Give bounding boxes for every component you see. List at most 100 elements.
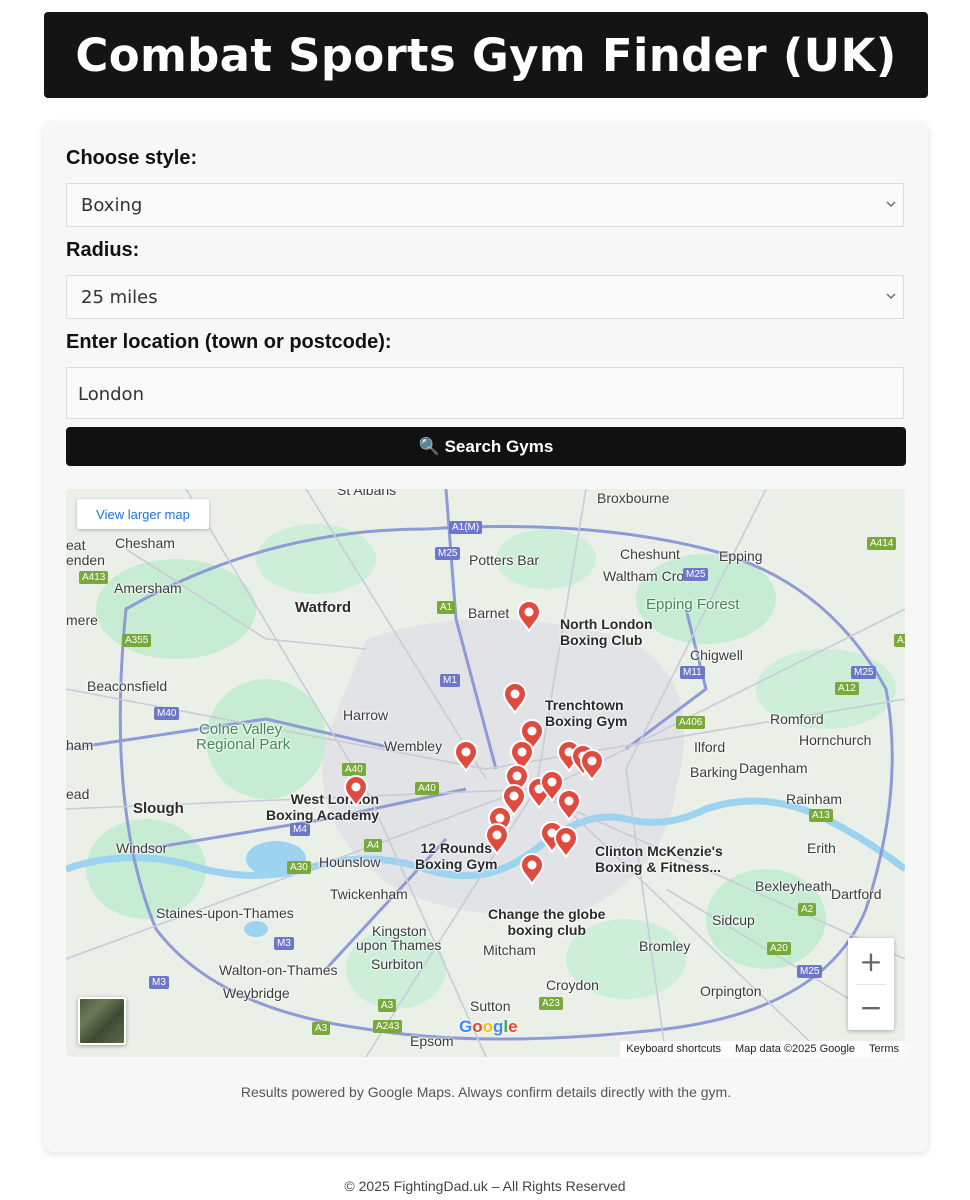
radius-select[interactable]: 25 miles: [66, 275, 904, 319]
place-label: Beaconsfield: [87, 678, 168, 694]
place-label: Walton-on-Thames: [219, 962, 338, 978]
zoom-out-button[interactable]: −: [848, 984, 894, 1030]
road-shield: A13: [809, 809, 833, 822]
place-label: eat: [66, 537, 86, 553]
location-field[interactable]: [66, 367, 904, 419]
map-pin-icon[interactable]: [556, 789, 582, 823]
style-select-value: Boxing: [81, 195, 143, 216]
place-label: Surbiton: [371, 956, 424, 972]
road-shield: A20: [767, 942, 791, 955]
place-label: mere: [66, 612, 98, 628]
google-logo: Google: [459, 1017, 518, 1037]
road-shield: M4: [290, 823, 310, 836]
place-label: Epsom: [410, 1033, 454, 1049]
zoom-in-button[interactable]: +: [848, 938, 894, 984]
road-shield: A1(M): [449, 521, 483, 534]
gym-label-trenchtown: Trenchtown Boxing Gym: [545, 697, 628, 729]
place-label: Epping: [719, 548, 763, 564]
search-card: Choose style: Boxing Radius: 25 miles En…: [44, 122, 928, 1152]
road-shield: A413: [79, 571, 109, 584]
place-label: Chigwell: [690, 647, 743, 663]
road-shield: A12: [835, 682, 859, 695]
place-label: Staines-upon-Thames: [156, 905, 294, 921]
chevron-down-icon: [886, 293, 896, 299]
view-larger-map-link[interactable]: View larger map: [77, 499, 209, 529]
place-label: enden: [66, 552, 105, 568]
terms-link[interactable]: Terms: [869, 1041, 899, 1057]
road-shield: M3: [274, 937, 294, 950]
place-label: Slough: [133, 800, 184, 817]
gym-map[interactable]: View larger map St Albans Broxbourne eat…: [66, 489, 905, 1057]
map-pin-icon[interactable]: [516, 600, 542, 634]
google-logo-letter: o: [482, 1017, 494, 1036]
place-label: Potters Bar: [469, 552, 540, 568]
place-label: Epping Forest: [646, 596, 740, 613]
map-pin-icon[interactable]: [553, 826, 579, 860]
place-label: Regional Park: [196, 736, 291, 753]
map-pin-icon[interactable]: [343, 775, 369, 809]
place-label: Weybridge: [223, 985, 290, 1001]
map-pin-icon[interactable]: [579, 749, 605, 783]
road-shield: M25: [683, 568, 709, 581]
google-logo-letter: g: [493, 1017, 504, 1036]
style-select[interactable]: Boxing: [66, 183, 904, 227]
road-shield: A4: [364, 839, 383, 852]
place-label: Amersham: [114, 580, 182, 596]
place-label: Windsor: [116, 840, 168, 856]
place-label: St Albans: [337, 489, 397, 498]
keyboard-shortcuts-link[interactable]: Keyboard shortcuts: [626, 1041, 721, 1057]
place-label: Croydon: [546, 977, 599, 993]
road-shield: A1: [437, 601, 456, 614]
place-label: Barnet: [468, 605, 510, 621]
road-shield: A243: [373, 1020, 403, 1033]
gym-label-north-london: North London Boxing Club: [560, 616, 653, 648]
place-label: Dagenham: [739, 760, 808, 776]
road-shield: A40: [415, 782, 439, 795]
place-label: upon Thames: [356, 937, 442, 953]
road-shield: A355: [122, 634, 152, 647]
place-label: Rainham: [786, 791, 843, 807]
road-shield: M25: [797, 965, 823, 978]
place-label: Sidcup: [712, 912, 755, 928]
search-gyms-button[interactable]: 🔍 Search Gyms: [66, 427, 906, 466]
place-label: Romford: [770, 711, 824, 727]
page-title: Combat Sports Gym Finder (UK): [75, 28, 897, 82]
radius-label: Radius:: [66, 239, 140, 261]
map-pin-icon[interactable]: [484, 823, 510, 857]
gym-label-clinton-mckenzie: Clinton McKenzie's Boxing & Fitness...: [595, 843, 723, 875]
place-label: Wembley: [384, 738, 443, 754]
place-label: Bexleyheath: [755, 878, 833, 894]
gym-label-change-the-globe: Change the globe boxing club: [488, 906, 606, 938]
place-label: ham: [66, 737, 94, 753]
map-data-text: Map data ©2025 Google: [735, 1043, 856, 1055]
road-shield: M11: [680, 666, 705, 679]
map-pin-icon[interactable]: [502, 682, 528, 716]
road-shield: M25: [851, 666, 877, 679]
results-note: Results powered by Google Maps. Always c…: [240, 1084, 732, 1100]
map-pin-icon[interactable]: [453, 740, 479, 774]
place-label: Sutton: [470, 998, 511, 1014]
page-header: Combat Sports Gym Finder (UK): [44, 12, 928, 98]
place-label: ead: [66, 786, 90, 802]
location-input[interactable]: [76, 380, 880, 408]
google-logo-letter: e: [508, 1017, 518, 1036]
style-label: Choose style:: [66, 147, 198, 169]
road-shield: A3: [312, 1022, 331, 1035]
road-shield: M3: [149, 976, 169, 989]
location-label: Enter location (town or postcode):: [66, 331, 392, 353]
map-pin-icon[interactable]: [519, 853, 545, 887]
place-label: Bromley: [639, 938, 691, 954]
place-label: Twickenham: [330, 886, 408, 902]
satellite-toggle[interactable]: [78, 997, 126, 1045]
place-label: Broxbourne: [597, 490, 670, 506]
page-footer: © 2025 FightingDad.uk – All Rights Reser…: [344, 1178, 626, 1194]
radius-select-value: 25 miles: [81, 287, 158, 308]
road-shield: A23: [539, 997, 563, 1010]
road-shield: A1: [894, 634, 905, 647]
place-label: Harrow: [343, 707, 389, 723]
road-shield: M1: [440, 674, 460, 687]
road-shield: A30: [287, 861, 311, 874]
map-attribution: Keyboard shortcuts Map data ©2025 Google…: [620, 1041, 905, 1057]
place-label: Barking: [690, 764, 738, 780]
place-label: Mitcham: [483, 942, 536, 958]
